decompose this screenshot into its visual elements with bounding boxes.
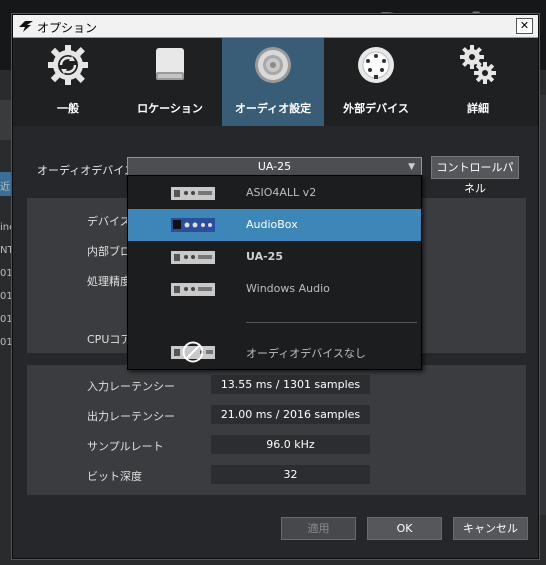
- background-text: 01: [0, 314, 13, 325]
- tab-label: 外部デバイス: [343, 102, 409, 115]
- drive-icon: [156, 48, 184, 80]
- category-toolbar: 一般 ロケーション オーディオ設定 外部デバイス 詳細: [13, 38, 538, 126]
- bit-depth-label: ビット深度: [87, 470, 142, 483]
- bit-depth-value: 32: [211, 465, 370, 484]
- precision-label: 処理精度: [87, 275, 131, 288]
- tab-external-devices[interactable]: 外部デバイス: [325, 38, 427, 126]
- audio-device-label: オーディオデバイス: [37, 164, 135, 177]
- background-text: 01: [0, 291, 13, 302]
- internal-block-label: 内部ブロ: [87, 245, 131, 258]
- gears-icon: [460, 45, 496, 84]
- audio-device-value: UA-25: [257, 160, 292, 173]
- background-text: 01: [0, 268, 13, 279]
- audio-interface-icon: [171, 218, 215, 232]
- sample-rate-label: サンプルレート: [87, 440, 164, 453]
- dialog-title: オプション: [37, 21, 98, 35]
- background-text: 01: [0, 337, 13, 348]
- device-option-asio4all[interactable]: ASIO4ALL v2: [128, 177, 421, 209]
- title-bar[interactable]: オプション ✕: [13, 15, 538, 38]
- audio-device-dropdown: ASIO4ALL v2 AudioBox UA-25 Windows Audio…: [127, 175, 422, 370]
- dropdown-separator: [246, 322, 417, 323]
- output-latency-value: 21.00 ms / 2016 samples: [211, 405, 370, 424]
- audio-interface-icon: [171, 283, 215, 296]
- device-option-windows-audio[interactable]: Windows Audio: [128, 273, 421, 305]
- close-button[interactable]: ✕: [516, 18, 533, 34]
- midi-port-icon: [358, 47, 394, 83]
- input-latency-label: 入力レーテンシー: [87, 380, 175, 393]
- speaker-icon: [255, 47, 291, 83]
- device-option-label: AudioBox: [246, 218, 298, 231]
- audio-interface-icon: [171, 187, 215, 200]
- cpu-cores-label: CPUコア: [87, 333, 132, 346]
- sample-rate-value: 96.0 kHz: [211, 435, 370, 454]
- tab-audio-setup[interactable]: オーディオ設定: [222, 38, 324, 126]
- device-option-audiobox[interactable]: AudioBox: [128, 209, 421, 241]
- chevron-down-icon: ▼: [408, 162, 415, 172]
- cancel-button[interactable]: キャンセル: [453, 517, 528, 540]
- device-option-label: UA-25: [246, 250, 283, 263]
- app-icon: [19, 21, 33, 32]
- background-text: 近: [0, 182, 10, 193]
- tab-general[interactable]: 一般: [17, 38, 119, 126]
- device-option-label: Windows Audio: [246, 282, 330, 295]
- tab-label: 詳細: [467, 102, 489, 115]
- tab-locations[interactable]: ロケーション: [119, 38, 221, 126]
- device-option-label: オーディオデバイスなし: [246, 347, 366, 360]
- apply-button[interactable]: 適用: [281, 517, 356, 540]
- audio-device-select[interactable]: UA-25 ▼: [127, 157, 422, 177]
- tab-advanced[interactable]: 詳細: [427, 38, 529, 126]
- refresh-gear-icon: [48, 45, 88, 85]
- control-panel-button[interactable]: コントロールパネル: [431, 156, 519, 195]
- latency-panel: 入力レーテンシー 13.55 ms / 1301 samples 出力レーテンシ…: [27, 365, 526, 495]
- ok-button[interactable]: OK: [367, 517, 442, 540]
- device-option-ua-25[interactable]: UA-25: [128, 241, 421, 273]
- output-latency-label: 出力レーテンシー: [87, 410, 175, 423]
- device-option-none[interactable]: オーディオデバイスなし: [128, 336, 421, 368]
- audio-interface-icon: [171, 251, 215, 264]
- input-latency-value: 13.55 ms / 1301 samples: [211, 375, 370, 394]
- device-option-label: ASIO4ALL v2: [246, 186, 317, 199]
- tab-label: 一般: [57, 102, 79, 115]
- no-device-icon: [171, 341, 215, 363]
- tab-label: オーディオ設定: [234, 102, 312, 115]
- tab-label: ロケーション: [137, 102, 203, 115]
